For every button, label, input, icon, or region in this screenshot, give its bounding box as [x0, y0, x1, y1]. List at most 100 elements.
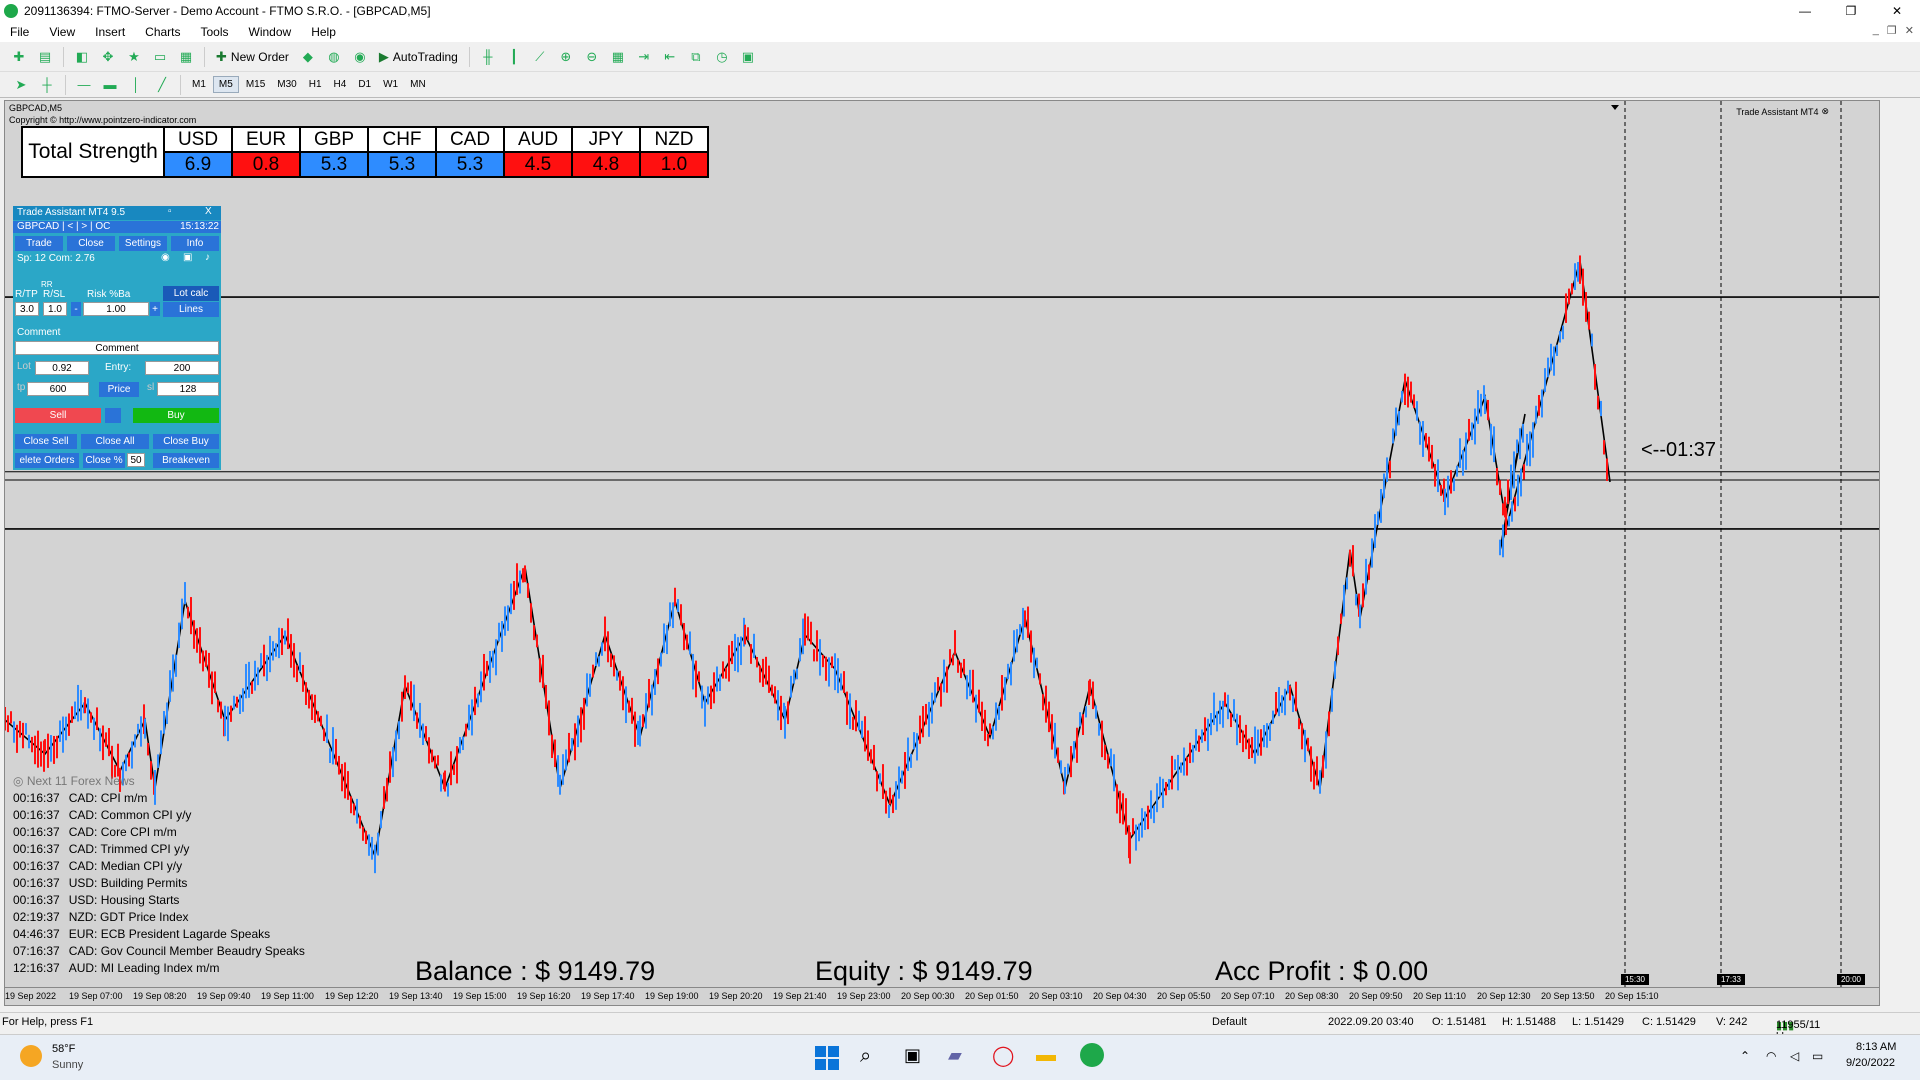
menu-view[interactable]: View — [39, 25, 85, 39]
ta-sell-button[interactable]: Sell — [15, 408, 101, 423]
weather-temp[interactable]: 58°F — [52, 1043, 75, 1055]
opera-icon[interactable]: ◯ — [992, 1043, 1014, 1068]
status-profile[interactable]: Default — [1212, 1016, 1247, 1028]
menu-window[interactable]: Window — [239, 25, 302, 39]
new-chart-icon[interactable]: ✚ — [9, 47, 29, 67]
periods-icon[interactable]: ◷ — [712, 47, 732, 67]
market-icon[interactable]: ◉ — [350, 47, 370, 67]
ta-close-percent-button[interactable]: Close % — [83, 453, 125, 468]
timeframe-m5[interactable]: M5 — [212, 76, 239, 93]
autotrading-button[interactable]: ▶ AutoTrading — [373, 46, 464, 68]
data-window-icon[interactable]: ★ — [124, 47, 144, 67]
timeframe-h4[interactable]: H4 — [329, 77, 352, 92]
ta-risk-plus-button[interactable]: + — [150, 302, 160, 316]
mt4-taskbar-icon[interactable] — [1080, 1043, 1104, 1067]
crosshair-icon[interactable]: ┼ — [37, 75, 57, 95]
timeframe-d1[interactable]: D1 — [353, 77, 376, 92]
ta-sl-input[interactable]: 128 — [157, 382, 219, 396]
tester-icon[interactable]: ▦ — [176, 47, 196, 67]
taskbar-date[interactable]: 9/20/2022 — [1846, 1057, 1895, 1069]
ta-close-sell-button[interactable]: Close Sell — [15, 434, 77, 449]
ta-comment-input[interactable]: Comment — [15, 341, 219, 355]
signals-icon[interactable]: ◍ — [324, 47, 344, 67]
menu-insert[interactable]: Insert — [85, 25, 135, 39]
ta-breakeven-button[interactable]: Breakeven — [153, 453, 219, 468]
zoom-out-icon[interactable]: ⊖ — [582, 47, 602, 67]
horizontal-line-icon[interactable]: — — [74, 75, 94, 95]
task-view-icon[interactable]: ▣ — [904, 1045, 921, 1066]
chart-shift-icon[interactable]: ⇥ — [634, 47, 654, 67]
teams-icon[interactable]: ▰ — [948, 1045, 962, 1066]
ta-lines-button[interactable]: Lines — [163, 302, 219, 317]
ta-tab-info[interactable]: Info — [171, 236, 219, 251]
cursor-icon[interactable]: ➤ — [11, 75, 31, 95]
taskbar-time[interactable]: 8:13 AM — [1856, 1041, 1896, 1053]
ta-tab-close[interactable]: Close — [67, 236, 115, 251]
start-icon[interactable] — [815, 1046, 839, 1070]
candlestick-icon[interactable]: ┃ — [504, 47, 524, 67]
indicators-icon[interactable]: ⧉ — [686, 47, 706, 67]
ta-risk-minus-button[interactable]: - — [71, 302, 81, 316]
ta-tab-trade[interactable]: Trade — [15, 236, 63, 251]
tray-chevron-icon[interactable]: ⌃ — [1740, 1049, 1750, 1063]
timeframe-w1[interactable]: W1 — [378, 77, 403, 92]
ta-tab-settings[interactable]: Settings — [119, 236, 167, 251]
menu-file[interactable]: File — [0, 25, 39, 39]
ta-close-buy-button[interactable]: Close Buy — [153, 434, 219, 449]
ta-symbol[interactable]: GBPCAD | < | > | OC — [17, 221, 110, 232]
search-icon[interactable]: ⌕ — [860, 1045, 871, 1068]
file-explorer-icon[interactable]: ▬ — [1036, 1044, 1056, 1067]
tile-windows-icon[interactable]: ▦ — [608, 47, 628, 67]
ta-lot-input[interactable]: 0.92 — [35, 361, 89, 375]
ta-price-button[interactable]: Price — [99, 382, 139, 397]
timeframe-h1[interactable]: H1 — [304, 77, 327, 92]
timeframe-m1[interactable]: M1 — [187, 77, 211, 92]
menu-help[interactable]: Help — [301, 25, 346, 39]
bar-chart-icon[interactable]: ╫ — [478, 47, 498, 67]
ta-risk-input[interactable]: 1.00 — [83, 302, 149, 316]
profiles-icon[interactable]: ▤ — [35, 47, 55, 67]
timeframe-m30[interactable]: M30 — [272, 77, 301, 92]
rectangle-icon[interactable]: ▬ — [100, 75, 120, 95]
line-chart-icon[interactable]: ⟋ — [530, 47, 550, 67]
ta-close-percent-input[interactable]: 50 — [127, 453, 145, 467]
menu-tools[interactable]: Tools — [191, 25, 239, 39]
timeframe-mn[interactable]: MN — [405, 77, 431, 92]
ta-rsl-input[interactable]: 1.0 — [43, 302, 67, 316]
ta-buy-button[interactable]: Buy — [133, 408, 219, 423]
timeframe-m15[interactable]: M15 — [241, 77, 270, 92]
settings-icon[interactable]: ⊗ — [1821, 106, 1829, 117]
chart-window[interactable]: GBPCAD,M5 Copyright © http://www.pointze… — [4, 100, 1880, 988]
market-watch-icon[interactable]: ◧ — [72, 47, 92, 67]
vertical-line-icon[interactable]: │ — [126, 75, 146, 95]
ta-bell-icon[interactable]: ♪ — [205, 252, 210, 263]
wifi-icon[interactable]: ◠ — [1766, 1049, 1776, 1063]
ta-order-type-toggle[interactable] — [105, 408, 121, 423]
minimize-icon[interactable]: — — [1782, 0, 1828, 22]
ta-screenshot-icon[interactable]: ▣ — [183, 252, 192, 263]
new-order-button[interactable]: ✚ New Order — [210, 46, 295, 68]
autoscroll-icon[interactable]: ⇤ — [660, 47, 680, 67]
mdi-minimize-icon[interactable]: _ — [1873, 24, 1879, 37]
ta-close-icon[interactable]: X — [205, 206, 212, 217]
ta-tp-input[interactable]: 600 — [27, 382, 89, 396]
ta-close-all-button[interactable]: Close All — [81, 434, 149, 449]
templates-icon[interactable]: ▣ — [738, 47, 758, 67]
mdi-restore-icon[interactable]: ❐ — [1887, 24, 1897, 37]
menu-charts[interactable]: Charts — [135, 25, 190, 39]
volume-icon[interactable]: ◁ — [1790, 1049, 1799, 1063]
navigator-icon[interactable]: ✥ — [98, 47, 118, 67]
mdi-close-icon[interactable]: ✕ — [1905, 24, 1914, 37]
battery-icon[interactable]: ▭ — [1812, 1049, 1823, 1063]
close-icon[interactable]: ✕ — [1874, 0, 1920, 22]
metaeditor-icon[interactable]: ◆ — [298, 47, 318, 67]
time-scale[interactable]: 19 Sep 2022 19 Sep 07:00 19 Sep 08:20 19 Se… — [4, 988, 1880, 1006]
maximize-icon[interactable]: ❐ — [1828, 0, 1874, 22]
ta-eye-icon[interactable]: ◉ — [161, 252, 170, 263]
ta-delete-orders-button[interactable]: elete Orders — [15, 453, 79, 468]
terminal-icon[interactable]: ▭ — [150, 47, 170, 67]
ta-lot-calc-button[interactable]: Lot calc — [163, 286, 219, 301]
ta-minimize-icon[interactable]: ▫ — [168, 206, 172, 217]
zoom-in-icon[interactable]: ⊕ — [556, 47, 576, 67]
trendline-icon[interactable]: ╱ — [152, 75, 172, 95]
